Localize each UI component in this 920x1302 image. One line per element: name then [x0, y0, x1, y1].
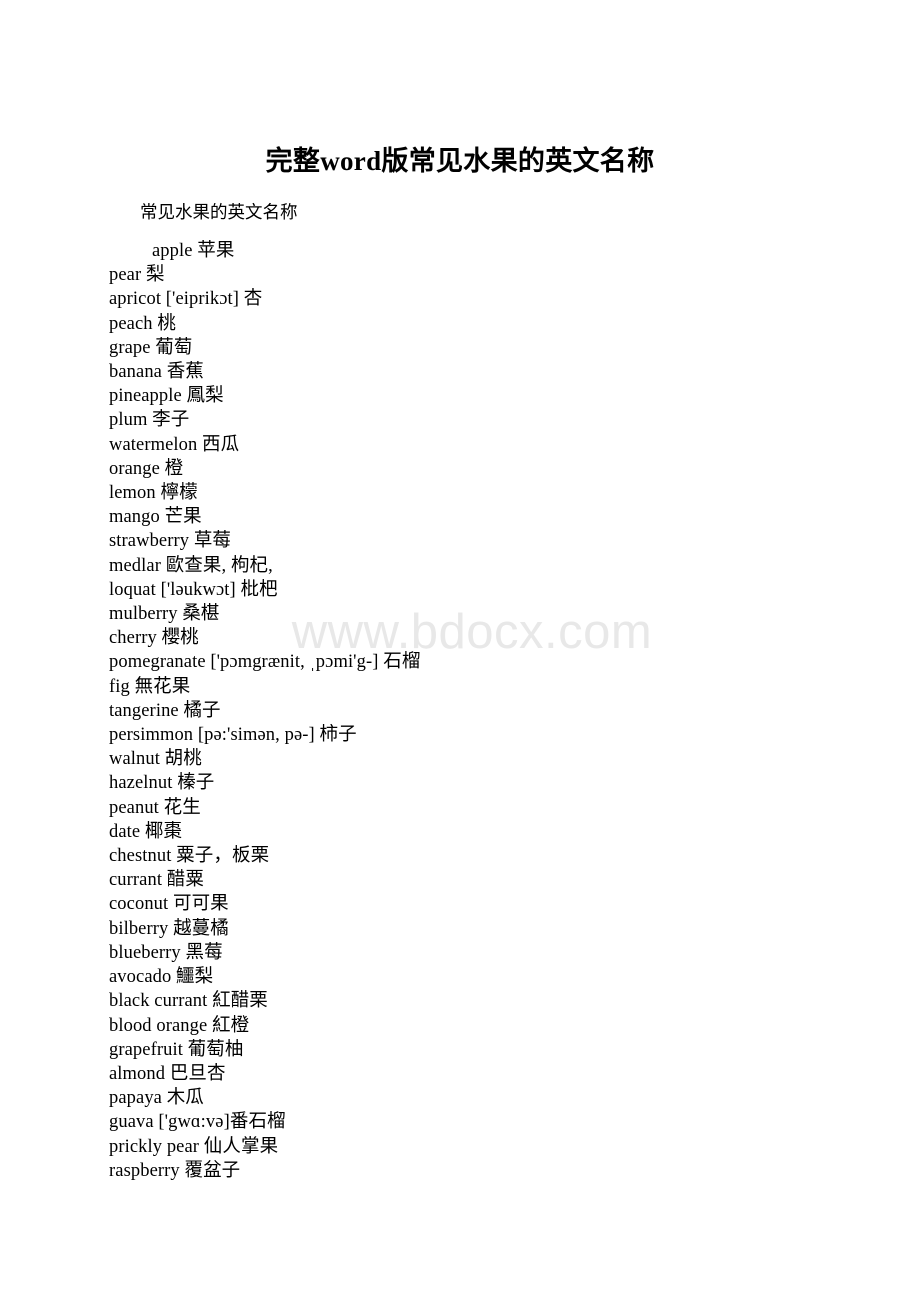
- list-item: pineapple 鳳梨: [109, 386, 224, 407]
- list-item: mulberry 桑椹: [109, 604, 220, 625]
- list-item: banana 香蕉: [109, 362, 204, 383]
- list-item: walnut 胡桃: [109, 749, 202, 770]
- list-item: papaya 木瓜: [109, 1088, 204, 1109]
- list-item: grape 葡萄: [109, 337, 193, 358]
- list-item: chestnut 粟子，板栗: [109, 846, 270, 867]
- list-item: pear 梨: [109, 265, 165, 286]
- list-item: prickly pear 仙人掌果: [109, 1136, 279, 1157]
- list-item: watermelon 西瓜: [109, 434, 240, 455]
- list-item: cherry 櫻桃: [109, 628, 199, 649]
- list-item: medlar 歐查果, 枸杞,: [109, 555, 273, 576]
- list-item: apricot ['eiprikɔt] 杏: [109, 289, 263, 310]
- list-item: bilberry 越蔓橘: [109, 918, 229, 939]
- list-item: peanut 花生: [109, 797, 201, 818]
- list-item: date 椰棗: [109, 821, 183, 842]
- document-subtitle: 常见水果的英文名称: [140, 202, 298, 222]
- list-item: strawberry 草莓: [109, 531, 232, 552]
- list-item: orange 橙: [109, 458, 184, 479]
- list-item: pomegranate ['pɔmgrænit, ˌpɔmi'g-] 石榴: [109, 652, 421, 673]
- list-item: peach 桃: [109, 313, 176, 334]
- list-item: guava ['gwɑ:və]番石榴: [109, 1112, 286, 1133]
- list-item: currant 醋粟: [109, 870, 205, 891]
- list-item: persimmon [pə:'simən, pə-] 柿子: [109, 725, 357, 746]
- list-item: black currant 紅醋栗: [109, 991, 268, 1012]
- list-item: almond 巴旦杏: [109, 1063, 226, 1084]
- list-item: coconut 可可果: [109, 894, 229, 915]
- list-item: plum 李子: [109, 410, 190, 431]
- list-item: raspberry 覆盆子: [109, 1160, 241, 1181]
- page-title: 完整word版常见水果的英文名称: [265, 146, 655, 176]
- list-item: grapefruit 葡萄柚: [109, 1039, 244, 1060]
- list-item: tangerine 橘子: [109, 700, 221, 721]
- list-item: blueberry 黑莓: [109, 942, 223, 963]
- list-item: hazelnut 榛子: [109, 773, 215, 794]
- list-item: avocado 鱷梨: [109, 967, 214, 988]
- list-item: loquat ['ləukwɔt] 枇杷: [109, 579, 278, 600]
- fruit-term-list: apple 苹果 pear 梨 apricot ['eiprikɔt] 杏 peach…: [109, 239, 869, 1183]
- list-item: lemon 檸檬: [109, 483, 198, 504]
- list-item: mango 芒果: [109, 507, 202, 528]
- list-item: fig 無花果: [109, 676, 191, 697]
- list-item: apple 苹果: [152, 241, 235, 261]
- list-item: blood orange 紅橙: [109, 1015, 250, 1036]
